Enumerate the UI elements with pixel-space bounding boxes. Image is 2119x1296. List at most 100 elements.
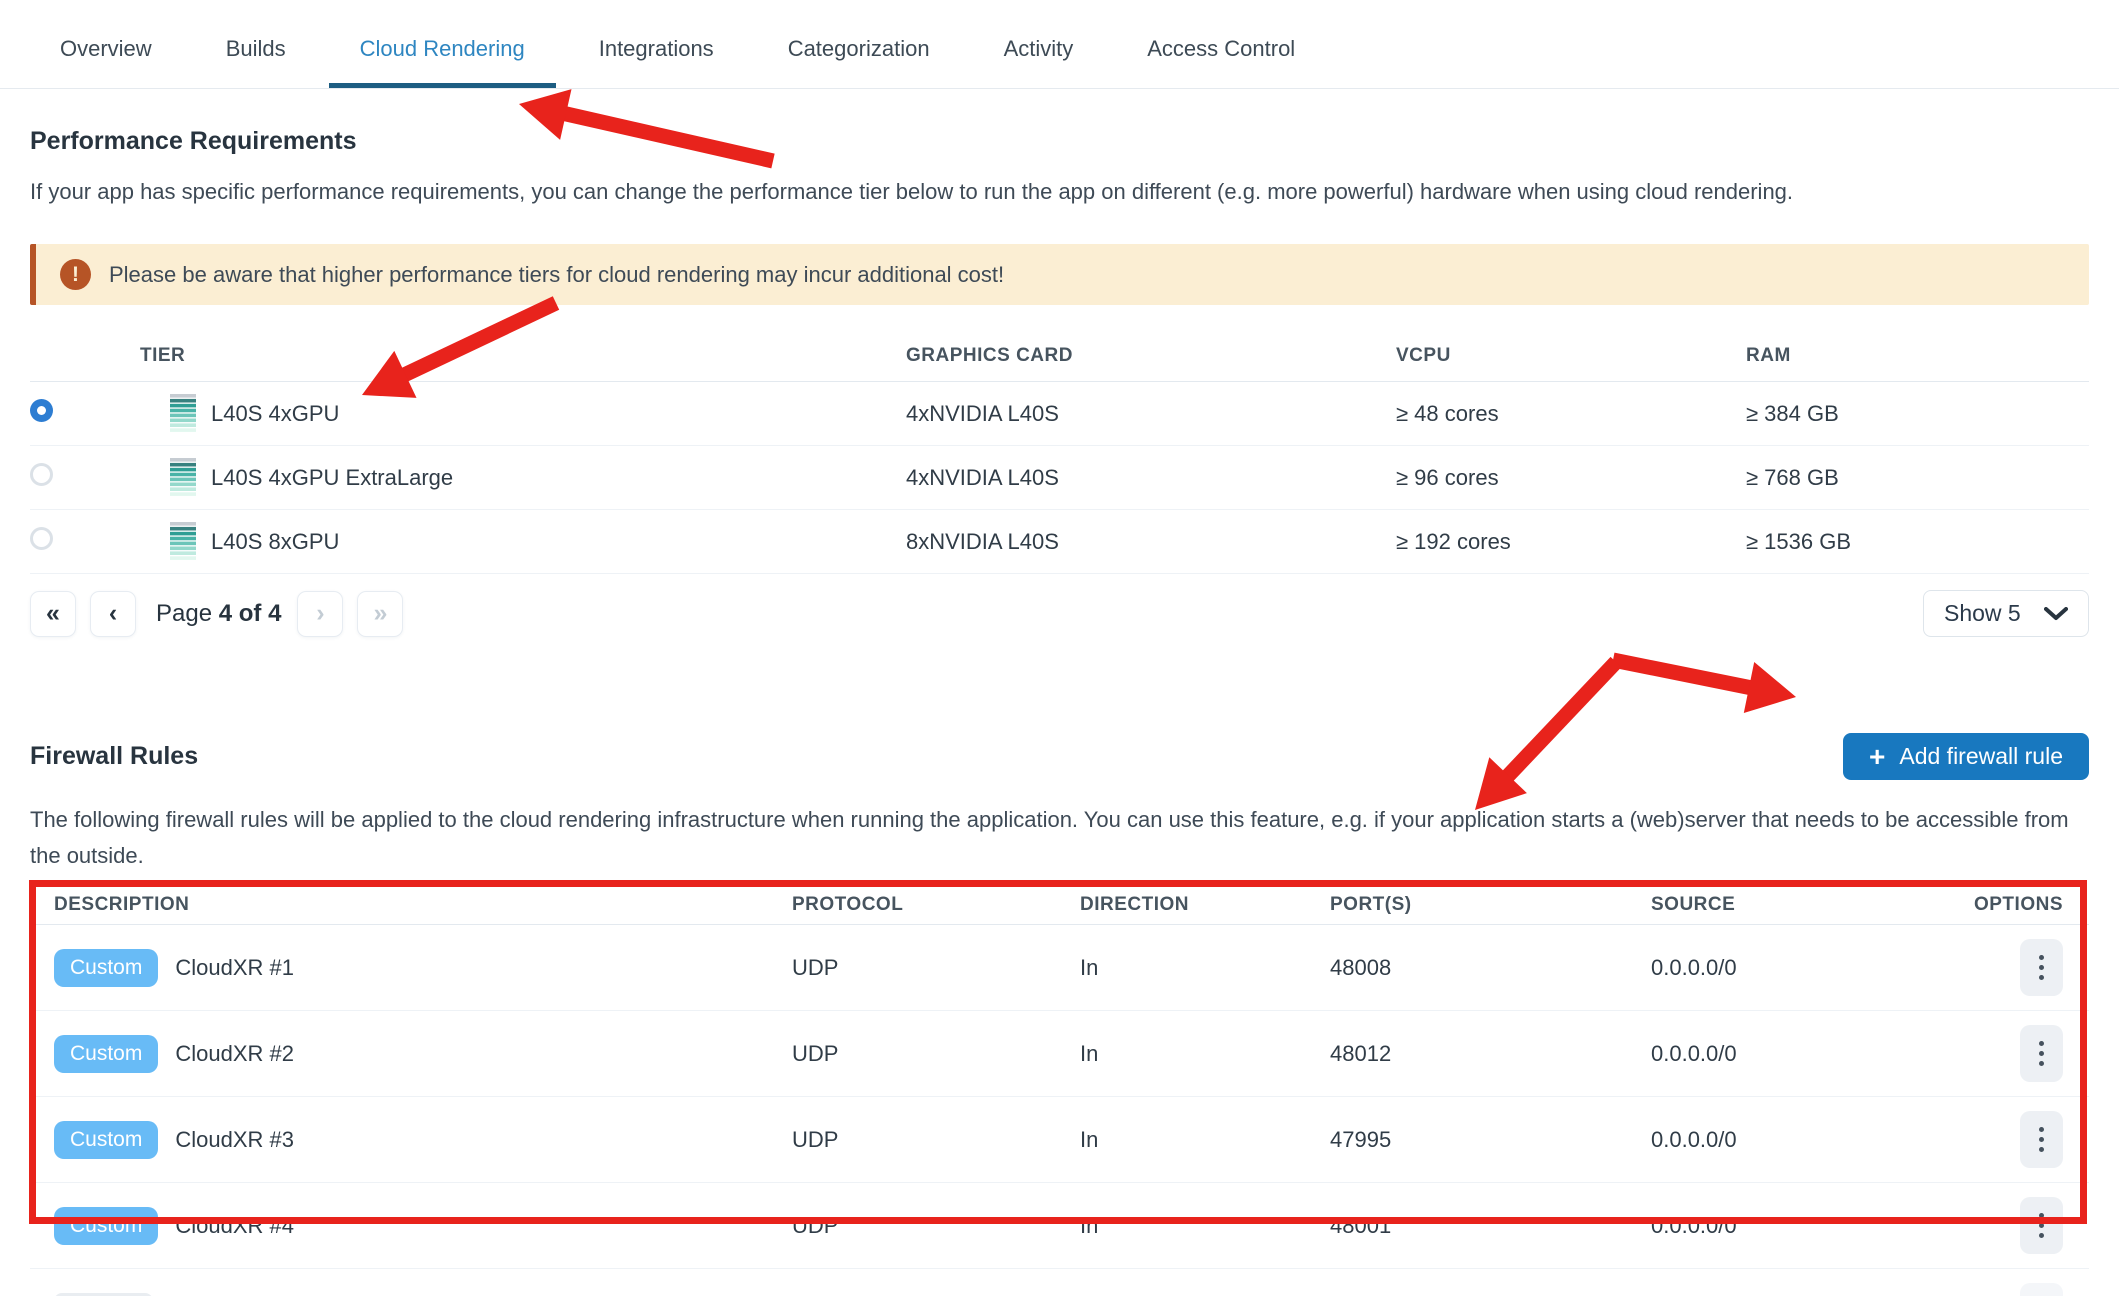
default-badge: Default [54, 1293, 153, 1296]
tier-row-l40s-4xgpu-extralarge[interactable]: L40S 4xGPU ExtraLarge 4xNVIDIA L40S ≥ 96… [30, 446, 2089, 510]
plus-icon: + [1869, 743, 1885, 771]
rule-direction: In [1080, 1183, 1330, 1269]
tab-integrations[interactable]: Integrations [568, 28, 745, 88]
rule-source: 0.0.0.0/0 [1651, 925, 1930, 1011]
tier-vcpu: ≥ 96 cores [1396, 446, 1746, 510]
kebab-menu-icon [2020, 1283, 2063, 1296]
direction-column-header: DIRECTION [1080, 894, 1330, 925]
tier-graphics-card: 4xNVIDIA L40S [906, 382, 1396, 446]
vcpu-column-header: VCPU [1396, 345, 1746, 382]
firewall-row-cloudxr-4: CustomCloudXR #4 UDP In 48001 0.0.0.0/0 [30, 1183, 2089, 1269]
next-page-button: › [297, 591, 343, 637]
rule-protocol: UDP [792, 925, 1080, 1011]
radio-unselected[interactable] [30, 463, 53, 486]
rule-source: 0.0.0.0/0 [1651, 1269, 1930, 1296]
kebab-menu-icon[interactable] [2020, 1111, 2063, 1168]
tier-name: L40S 4xGPU [211, 401, 339, 427]
tier-stack-icon [170, 394, 196, 433]
chevron-down-icon [2044, 607, 2068, 621]
tab-bar: Overview Builds Cloud Rendering Integrat… [0, 0, 2119, 89]
performance-requirements-heading: Performance Requirements [30, 127, 2089, 156]
rule-ports: 53089 [1330, 1269, 1651, 1296]
options-column-header: OPTIONS [1930, 894, 2089, 925]
kebab-menu-icon[interactable] [2020, 1025, 2063, 1082]
tier-row-l40s-4xgpu[interactable]: L40S 4xGPU 4xNVIDIA L40S ≥ 48 cores ≥ 38… [30, 382, 2089, 446]
radio-selected[interactable] [30, 399, 53, 422]
graphics-card-column-header: GRAPHICS CARD [906, 345, 1396, 382]
rule-source: 0.0.0.0/0 [1651, 1011, 1930, 1097]
add-firewall-rule-button[interactable]: + Add firewall rule [1843, 733, 2089, 780]
tier-table-header-row: TIER GRAPHICS CARD VCPU RAM [30, 345, 2089, 382]
main-content: Performance Requirements If your app has… [0, 127, 2119, 1296]
rule-protocol: UDP [792, 1183, 1080, 1269]
rule-ports: 47995 [1330, 1097, 1651, 1183]
previous-page-button[interactable]: ‹ [90, 591, 136, 637]
rule-direction: In [1080, 925, 1330, 1011]
kebab-menu-icon[interactable] [2020, 939, 2063, 996]
rule-ports: 48001 [1330, 1183, 1651, 1269]
warning-banner: ! Please be aware that higher performanc… [30, 244, 2089, 305]
firewall-table-header-row: DESCRIPTION PROTOCOL DIRECTION PORT(S) S… [30, 894, 2089, 925]
firewall-row-cloudxr-3: Custom CloudXR #3 UDP In 47995 0.0.0.0/0 [30, 1097, 2089, 1183]
rule-protocol: UDP [792, 1097, 1080, 1183]
firewall-table-wrapper: DESCRIPTION PROTOCOL DIRECTION PORT(S) S… [30, 894, 2089, 1296]
warning-text: Please be aware that higher performance … [109, 262, 1004, 288]
firewall-description: The following firewall rules will be app… [30, 802, 2089, 874]
rule-source: 0.0.0.0/0 [1651, 1183, 1930, 1269]
custom-badge: Custom [54, 1207, 158, 1245]
rule-direction: In [1080, 1097, 1330, 1183]
firewall-row-cloudxr-1: Custom CloudXR #1 UDP In 48008 0.0.0.0/0 [30, 925, 2089, 1011]
tier-graphics-card: 8xNVIDIA L40S [906, 510, 1396, 574]
page-size-value: Show 5 [1944, 600, 2021, 627]
performance-description: If your app has specific performance req… [30, 174, 2089, 210]
radio-unselected[interactable] [30, 527, 53, 550]
firewall-header-row: Firewall Rules + Add firewall rule [30, 733, 2089, 780]
tab-access-control[interactable]: Access Control [1116, 28, 1326, 88]
tier-name: L40S 8xGPU [211, 529, 339, 555]
tier-name: L40S 4xGPU ExtraLarge [211, 465, 453, 491]
firewall-row-cloudxr-2: CustomCloudXR #2 UDP In 48012 0.0.0.0/0 [30, 1011, 2089, 1097]
source-column-header: SOURCE [1651, 894, 1930, 925]
rule-source: 0.0.0.0/0 [1651, 1097, 1930, 1183]
firewall-rules-heading: Firewall Rules [30, 742, 198, 771]
tier-ram: ≥ 768 GB [1746, 446, 2089, 510]
rule-direction: In [1080, 1269, 1330, 1296]
tier-stack-icon [170, 458, 196, 497]
rule-protocol: UDP [792, 1011, 1080, 1097]
rule-ports: 48008 [1330, 925, 1651, 1011]
add-firewall-rule-label: Add firewall rule [1899, 743, 2063, 770]
tab-categorization[interactable]: Categorization [757, 28, 961, 88]
ports-column-header: PORT(S) [1330, 894, 1651, 925]
rule-description: CloudXR #2 [175, 1041, 294, 1067]
tier-stack-icon [170, 522, 196, 561]
tier-row-l40s-8xgpu[interactable]: L40S 8xGPU 8xNVIDIA L40S ≥ 192 cores ≥ 1… [30, 510, 2089, 574]
tab-activity[interactable]: Activity [973, 28, 1105, 88]
tier-ram: ≥ 384 GB [1746, 382, 2089, 446]
tab-builds[interactable]: Builds [195, 28, 317, 88]
firewall-row-health-daemon: DefaultHealth Daemon TCP In 53089 0.0.0.… [30, 1269, 2089, 1296]
tab-cloud-rendering[interactable]: Cloud Rendering [329, 28, 556, 88]
tier-column-header: TIER [140, 345, 906, 382]
ram-column-header: RAM [1746, 345, 2089, 382]
exclamation-icon: ! [60, 259, 91, 290]
tier-vcpu: ≥ 48 cores [1396, 382, 1746, 446]
page-size-select[interactable]: Show 5 [1923, 590, 2089, 637]
rule-description: CloudXR #3 [175, 1127, 294, 1153]
protocol-column-header: PROTOCOL [792, 894, 1080, 925]
tab-overview[interactable]: Overview [29, 28, 183, 88]
cloud-rendering-page: Overview Builds Cloud Rendering Integrat… [0, 0, 2119, 1296]
custom-badge: Custom [54, 949, 158, 987]
rule-protocol: TCP [792, 1269, 1080, 1296]
rule-direction: In [1080, 1011, 1330, 1097]
performance-tier-table: TIER GRAPHICS CARD VCPU RAM L40S 4xGPU 4… [30, 345, 2089, 574]
kebab-menu-icon[interactable] [2020, 1197, 2063, 1254]
tier-graphics-card: 4xNVIDIA L40S [906, 446, 1396, 510]
custom-badge: Custom [54, 1121, 158, 1159]
first-page-button[interactable]: « [30, 591, 76, 637]
custom-badge: Custom [54, 1035, 158, 1073]
firewall-rules-table: DESCRIPTION PROTOCOL DIRECTION PORT(S) S… [30, 894, 2089, 1296]
rule-description: CloudXR #1 [175, 955, 294, 981]
pagination: « ‹ Page 4 of 4 › » Show 5 [30, 590, 2089, 637]
description-column-header: DESCRIPTION [30, 894, 792, 925]
last-page-button: » [357, 591, 403, 637]
